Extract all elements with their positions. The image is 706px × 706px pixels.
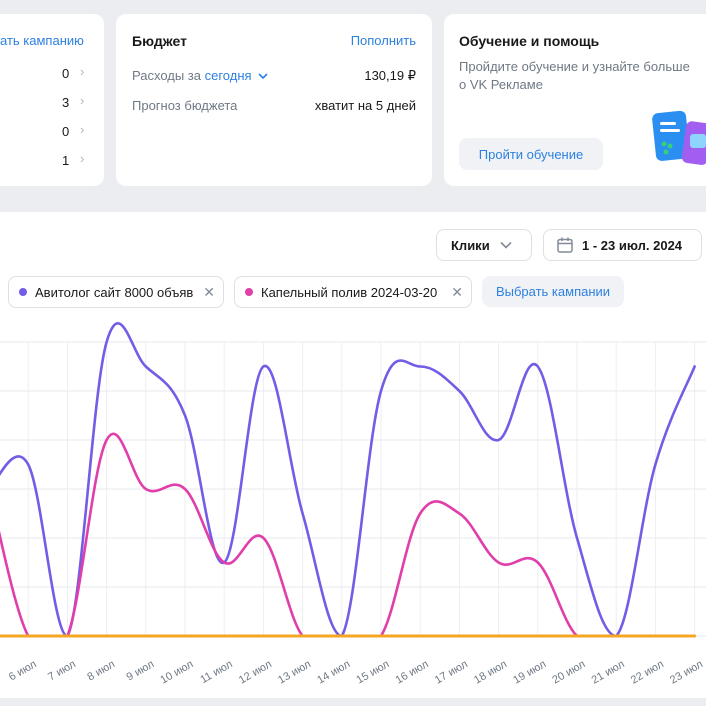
series-color-dot xyxy=(19,288,27,296)
chevron-down-icon xyxy=(500,241,512,249)
chevron-right-icon[interactable]: › xyxy=(80,64,84,79)
top-up-link[interactable]: Пополнить xyxy=(351,33,416,48)
remove-tag-icon[interactable]: ✕ xyxy=(451,284,463,301)
campaign-tag[interactable]: Авитолог сайт 8000 объяв ✕ xyxy=(8,276,224,308)
chevron-right-icon[interactable]: › xyxy=(80,93,84,108)
remove-tag-icon[interactable]: ✕ xyxy=(203,284,215,301)
chevron-right-icon[interactable]: › xyxy=(80,122,84,137)
campaign-count-blocked: 1 xyxy=(62,153,70,168)
metric-select[interactable]: Клики xyxy=(436,229,532,261)
start-training-button[interactable]: Пройти обучение xyxy=(459,138,603,170)
expenses-period-select[interactable]: сегодня xyxy=(205,68,269,83)
choose-campaigns-button[interactable]: Выбрать кампании xyxy=(482,276,624,307)
campaign-count-stopped: 0 xyxy=(62,124,70,139)
date-range-picker[interactable]: 1 - 23 июл. 2024 xyxy=(543,229,702,261)
forecast-value: хватит на 5 дней xyxy=(314,98,416,113)
expenses-value: 130,19 ₽ xyxy=(364,68,416,83)
forecast-label: Прогноз бюджета xyxy=(132,98,238,113)
chevron-right-icon[interactable]: › xyxy=(80,151,84,166)
calendar-icon xyxy=(557,237,573,253)
training-illustration-icon xyxy=(652,110,706,165)
help-text-line1: Пройдите обучение и узнайте больше xyxy=(459,59,690,74)
campaign-tag[interactable]: Капельный полив 2024-03-20 ✕ xyxy=(234,276,472,308)
budget-title: Бюджет xyxy=(132,33,187,49)
create-campaign-link[interactable]: ать кампанию xyxy=(0,33,84,48)
series-color-dot xyxy=(245,288,253,296)
campaign-count-active: 0 xyxy=(62,66,70,81)
help-card: Обучение и помощь Пройдите обучение и уз… xyxy=(444,14,706,186)
help-title: Обучение и помощь xyxy=(459,33,600,49)
campaign-count-moderation: 3 xyxy=(62,95,70,110)
campaigns-card: ать кампанию 0 › 3 › 0 › 1 › xyxy=(0,14,104,186)
chevron-down-icon xyxy=(258,73,268,80)
help-text-line2: о VK Рекламе xyxy=(459,77,543,92)
budget-card: Бюджет Пополнить Расходы за сегодня 130,… xyxy=(116,14,432,186)
expenses-label: Расходы за сегодня xyxy=(132,68,268,83)
